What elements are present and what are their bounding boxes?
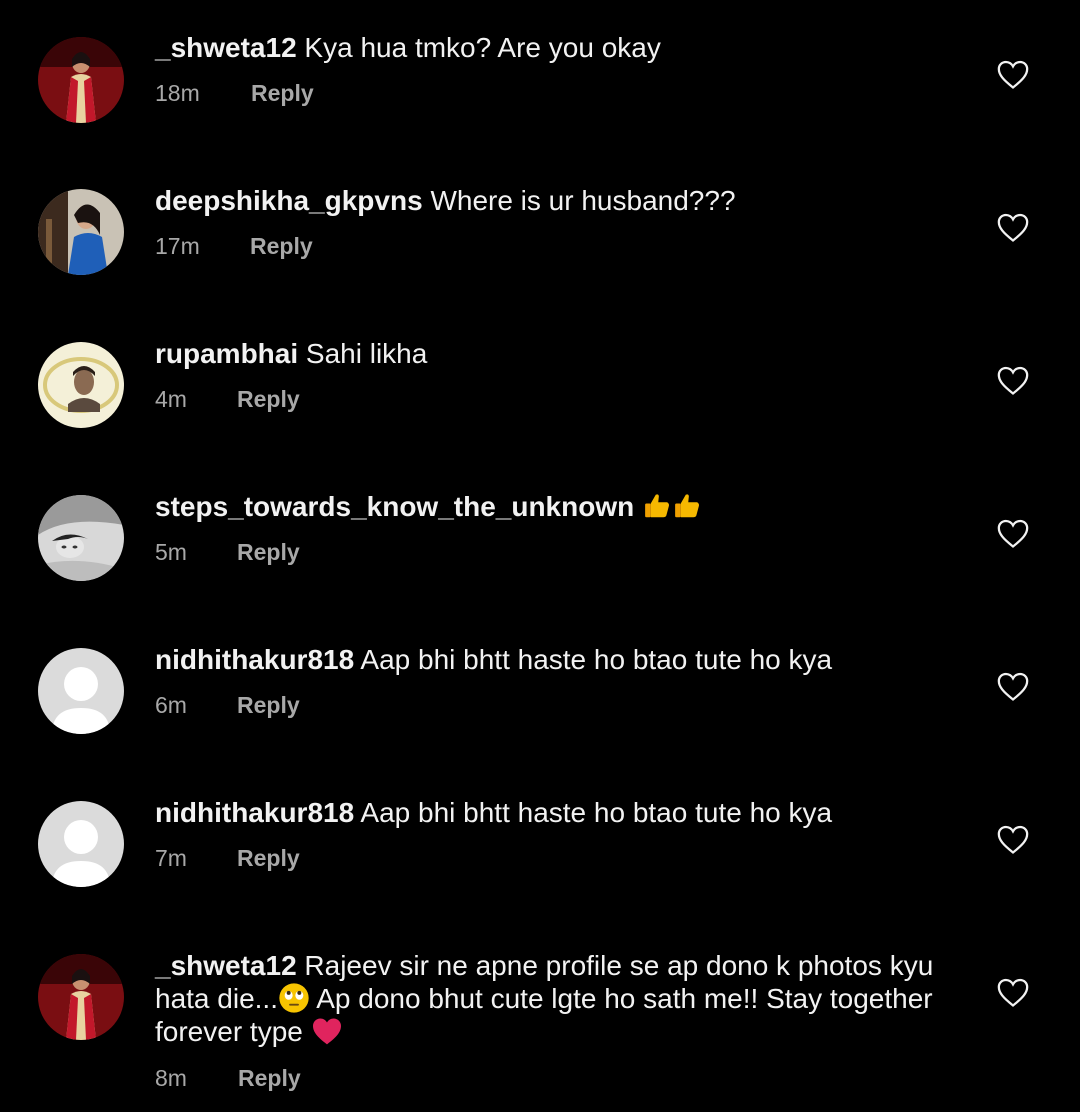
- heart-outline-icon: [997, 213, 1029, 242]
- username-link[interactable]: rupambhai: [155, 338, 298, 369]
- comment-message: Sahi likha: [305, 338, 428, 369]
- avatar[interactable]: [38, 954, 124, 1040]
- thumbs-up-emoji: [645, 494, 669, 518]
- timestamp: 7m: [155, 845, 187, 871]
- comment-body: nidhithakur818 Aap bhi bhtt haste ho bta…: [155, 643, 955, 676]
- like-button[interactable]: [996, 823, 1030, 855]
- like-button[interactable]: [996, 670, 1030, 702]
- timestamp: 18m: [155, 80, 200, 106]
- comment-text: nidhithakur818 Aap bhi bhtt haste ho bta…: [155, 643, 955, 676]
- heart-outline-icon: [997, 519, 1029, 548]
- avatar[interactable]: [38, 648, 124, 734]
- comment-body: rupambhai Sahi likha: [155, 337, 955, 370]
- username-link[interactable]: deepshikha_gkpvns: [155, 185, 423, 216]
- avatar[interactable]: [38, 37, 124, 123]
- reply-button[interactable]: Reply: [250, 233, 313, 260]
- avatar[interactable]: [38, 342, 124, 428]
- like-button[interactable]: [996, 517, 1030, 549]
- comment-meta: 18m Reply: [155, 80, 314, 107]
- avatar[interactable]: [38, 801, 124, 887]
- comment-message: Aap bhi bhtt haste ho btao tute ho kya: [360, 644, 833, 675]
- comment-text: steps_towards_know_the_unknown: [155, 490, 955, 523]
- heart-outline-icon: [997, 366, 1029, 395]
- timestamp: 5m: [155, 539, 187, 565]
- default-avatar-icon: [38, 801, 124, 887]
- reply-button[interactable]: Reply: [237, 692, 300, 719]
- comment-meta: 17m Reply: [155, 233, 313, 260]
- like-button[interactable]: [996, 976, 1030, 1008]
- reply-button[interactable]: Reply: [237, 539, 300, 566]
- comment-text: deepshikha_gkpvns Where is ur husband???: [155, 184, 955, 217]
- username-link[interactable]: nidhithakur818: [155, 797, 354, 828]
- reply-button[interactable]: Reply: [238, 1065, 301, 1092]
- comment-message: Kya hua tmko? Are you okay: [304, 32, 661, 63]
- timestamp: 8m: [155, 1065, 187, 1091]
- thumbs-up-emoji: [675, 494, 699, 518]
- like-button[interactable]: [996, 58, 1030, 90]
- heart-outline-icon: [997, 978, 1029, 1007]
- red-heart-emoji: [312, 1018, 341, 1045]
- like-button[interactable]: [996, 211, 1030, 243]
- username-link[interactable]: nidhithakur818: [155, 644, 354, 675]
- like-button[interactable]: [996, 364, 1030, 396]
- comment-text: _shweta12 Kya hua tmko? Are you okay: [155, 31, 955, 64]
- comment-message: [642, 491, 702, 522]
- timestamp: 17m: [155, 233, 200, 259]
- heart-outline-icon: [997, 672, 1029, 701]
- comment-text: nidhithakur818 Aap bhi bhtt haste ho bta…: [155, 796, 955, 829]
- avatar[interactable]: [38, 189, 124, 275]
- comment-body: steps_towards_know_the_unknown: [155, 490, 955, 523]
- comment-body: nidhithakur818 Aap bhi bhtt haste ho bta…: [155, 796, 955, 829]
- reply-button[interactable]: Reply: [237, 386, 300, 413]
- reply-button[interactable]: Reply: [251, 80, 314, 107]
- comment-meta: 6m Reply: [155, 692, 300, 719]
- comment-body: _shweta12 Kya hua tmko? Are you okay: [155, 31, 955, 64]
- reply-button[interactable]: Reply: [237, 845, 300, 872]
- timestamp: 6m: [155, 692, 187, 718]
- username-link[interactable]: _shweta12: [155, 950, 297, 981]
- avatar[interactable]: [38, 495, 124, 581]
- comment-text: _shweta12 Rajeev sir ne apne profile se …: [155, 949, 945, 1048]
- comment-meta: 4m Reply: [155, 386, 300, 413]
- username-link[interactable]: _shweta12: [155, 32, 297, 63]
- comment-meta: 7m Reply: [155, 845, 300, 872]
- comment-text: rupambhai Sahi likha: [155, 337, 955, 370]
- comment-meta: 5m Reply: [155, 539, 300, 566]
- comment-body: deepshikha_gkpvns Where is ur husband???: [155, 184, 955, 217]
- comment-message: Aap bhi bhtt haste ho btao tute ho kya: [360, 797, 833, 828]
- comment-meta: 8m Reply: [155, 1065, 301, 1092]
- default-avatar-icon: [38, 648, 124, 734]
- comment-message: Where is ur husband???: [430, 185, 736, 216]
- timestamp: 4m: [155, 386, 187, 412]
- username-link[interactable]: steps_towards_know_the_unknown: [155, 491, 634, 522]
- heart-outline-icon: [997, 60, 1029, 89]
- heart-outline-icon: [997, 825, 1029, 854]
- comment-body: _shweta12 Rajeev sir ne apne profile se …: [155, 949, 945, 1048]
- face-with-rolling-eyes-emoji: [279, 983, 309, 1013]
